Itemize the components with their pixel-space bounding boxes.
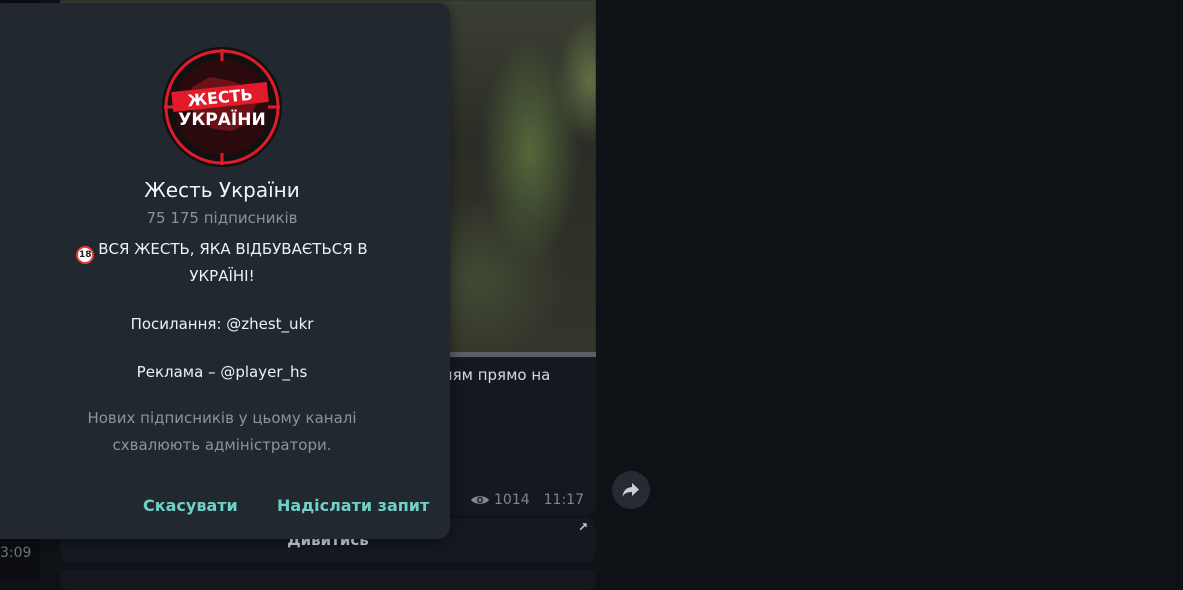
- channel-avatar: ЖЕСТЬ УКРАЇНИ: [162, 47, 282, 167]
- avatar-text-line2: УКРАЇНИ: [178, 108, 265, 130]
- forward-button[interactable]: [612, 471, 650, 509]
- views-count: 1014: [494, 492, 530, 508]
- age-18-icon: 18: [76, 246, 95, 264]
- join-request-dialog: ЖЕСТЬ УКРАЇНИ Жесть України 75 175 підпи…: [0, 3, 450, 539]
- description-ads[interactable]: Реклама – @player_hs: [60, 360, 384, 384]
- message-meta: 1014 11:17: [470, 492, 584, 508]
- channel-title: Жесть України: [144, 178, 300, 202]
- approval-note: Нових підписників у цьому каналі схвалюю…: [87, 409, 357, 454]
- left-message-time: 3:09: [0, 545, 32, 561]
- description-line: ВСЯ ЖЕСТЬ, ЯКА ВІДБУВАЄТЬСЯ В УКРАЇНІ!: [98, 240, 368, 285]
- forward-icon: [622, 483, 639, 497]
- description-link[interactable]: Посилання: @zhest_ukr: [60, 312, 384, 336]
- message-text: нням прямо на: [433, 366, 551, 384]
- message-time: 11:17: [543, 492, 584, 508]
- cancel-button[interactable]: Скасувати: [143, 496, 238, 515]
- channel-description: 18 ВСЯ ЖЕСТЬ, ЯКА ВІДБУВАЄТЬСЯ В УКРАЇНІ!…: [60, 237, 384, 384]
- next-message-bubble[interactable]: [60, 570, 596, 590]
- subscriber-count: 75 175 підписників: [146, 209, 298, 227]
- send-request-button[interactable]: Надіслати запит: [277, 496, 429, 515]
- external-arrow-icon: ↗: [577, 520, 588, 534]
- eye-icon: [471, 496, 489, 504]
